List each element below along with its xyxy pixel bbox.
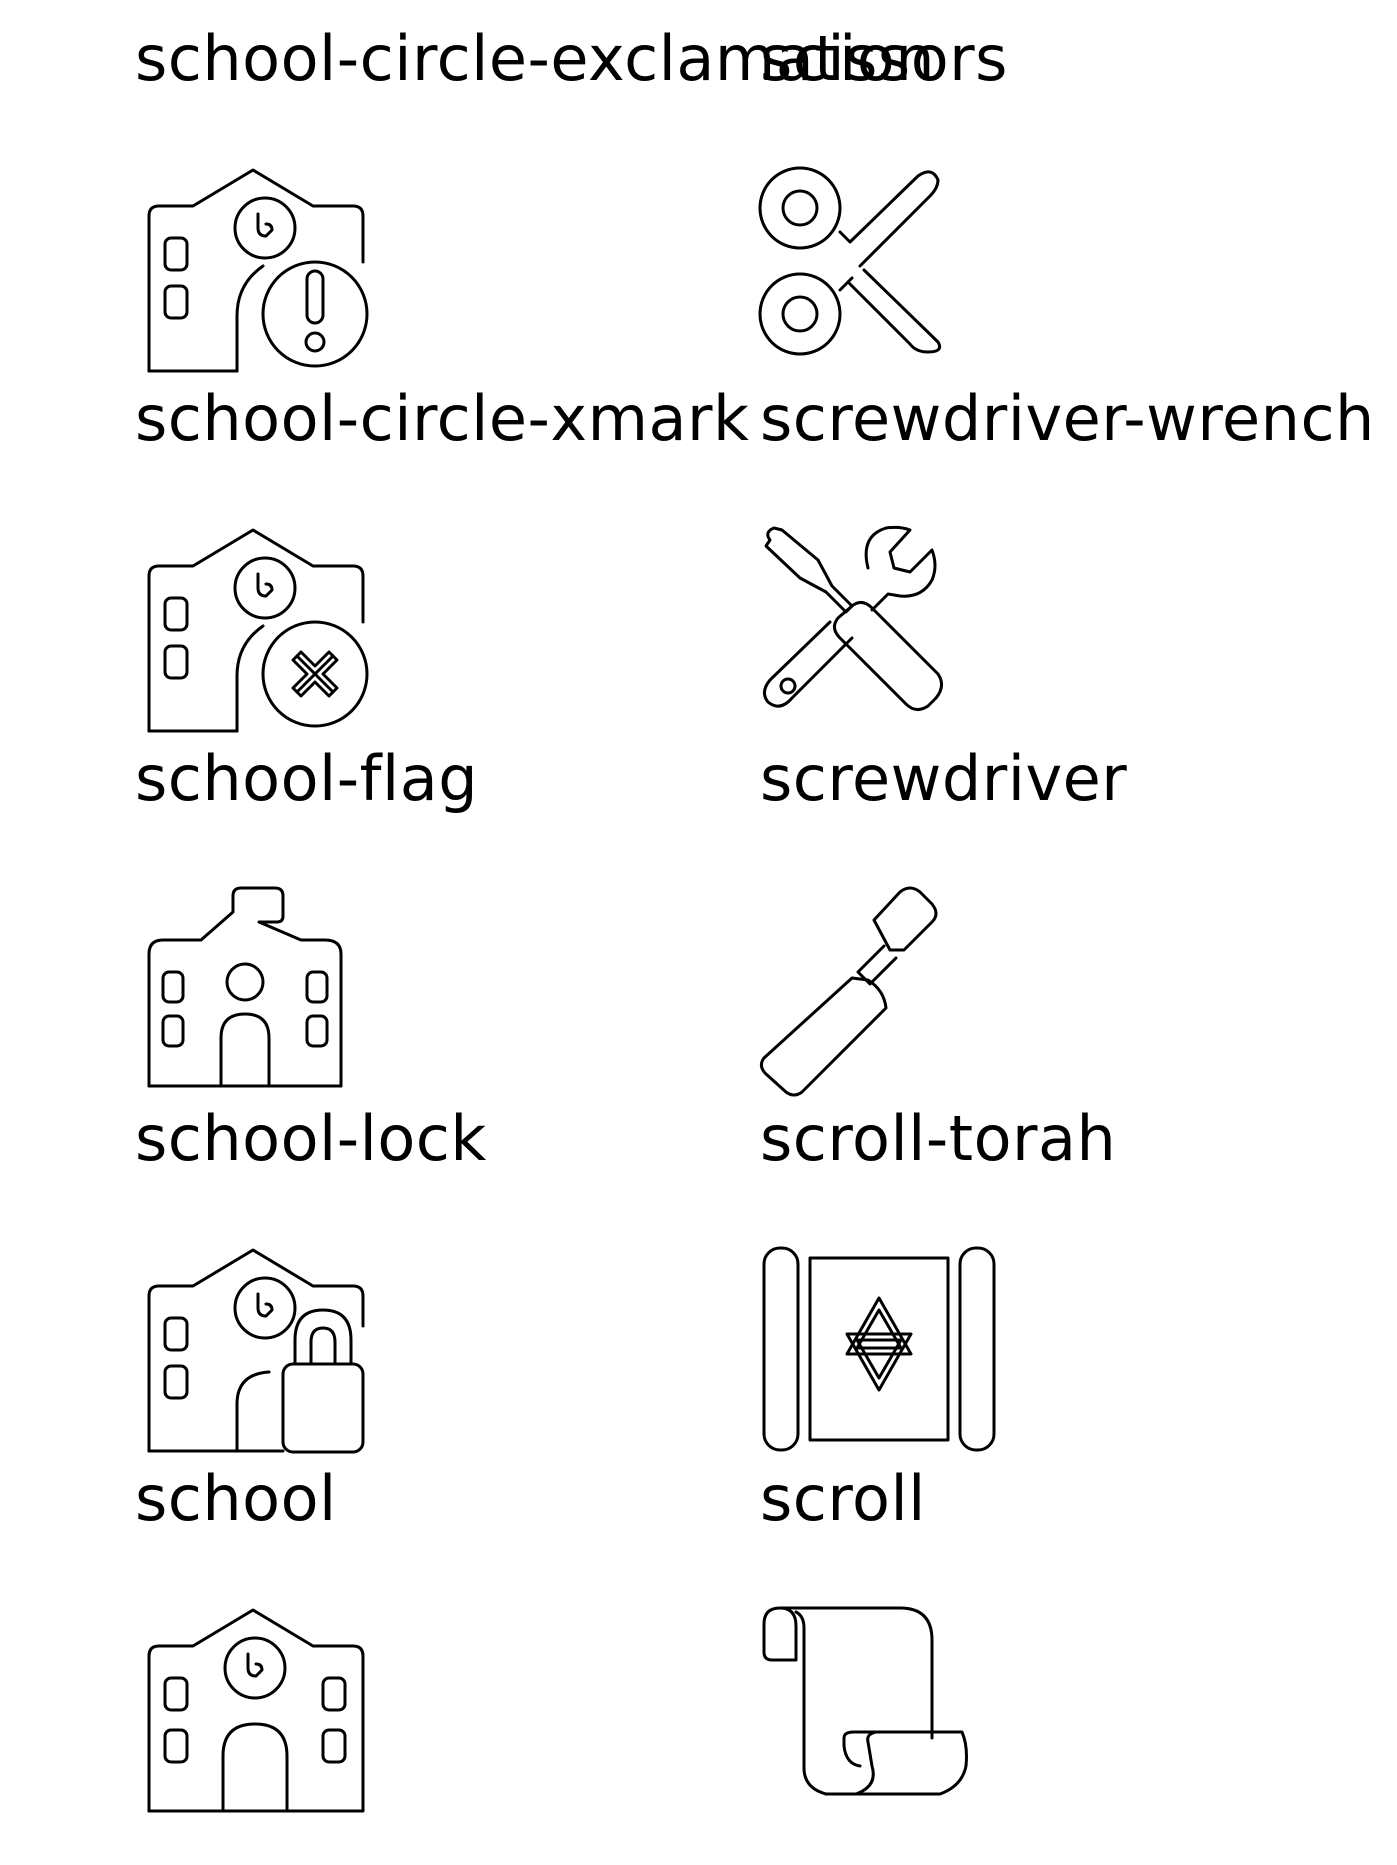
icon-cell-screwdriver: screwdriver [759,720,1320,1097]
icon-cell-scroll-torah: scroll-torah [760,1080,1320,1452]
school-icon [147,1608,365,1813]
scissors-icon [758,166,942,356]
screwdriver-wrench-icon [763,525,943,711]
icon-label: scroll-torah [760,1102,1117,1175]
icon-cell-scroll: scroll [760,1440,1320,1800]
icon-label: school-circle-xmark [135,382,750,455]
icon-cell-school-flag: school-flag [135,720,695,1088]
school-flag-icon [147,886,343,1088]
icon-cell-school-circle-xmark: school-circle-xmark [135,360,749,733]
icon-label: screwdriver [760,742,1128,815]
school-circle-xmark-icon [147,528,369,733]
icon-cell-school: school [135,1440,695,1813]
icon-cell-screwdriver-wrench: screwdriver-wrench [760,360,1374,720]
icon-label: school [135,1462,337,1535]
screwdriver-icon [759,886,938,1097]
icon-cell-school-lock: school-lock [135,1080,695,1454]
icon-label: scissors [760,22,1008,95]
scroll-torah-icon [762,1246,996,1452]
scroll-icon [762,1606,968,1796]
icon-cell-school-circle-exclamation: school-circle-exclamation [135,0,935,373]
icon-label: screwdriver-wrench [760,382,1375,455]
icon-label: school-flag [135,742,479,815]
icon-label: scroll [760,1462,926,1535]
icon-cell-scissors: scissors [758,0,1320,360]
school-lock-icon [147,1248,365,1454]
school-circle-exclamation-icon [147,168,369,373]
icon-label: school-lock [135,1102,487,1175]
